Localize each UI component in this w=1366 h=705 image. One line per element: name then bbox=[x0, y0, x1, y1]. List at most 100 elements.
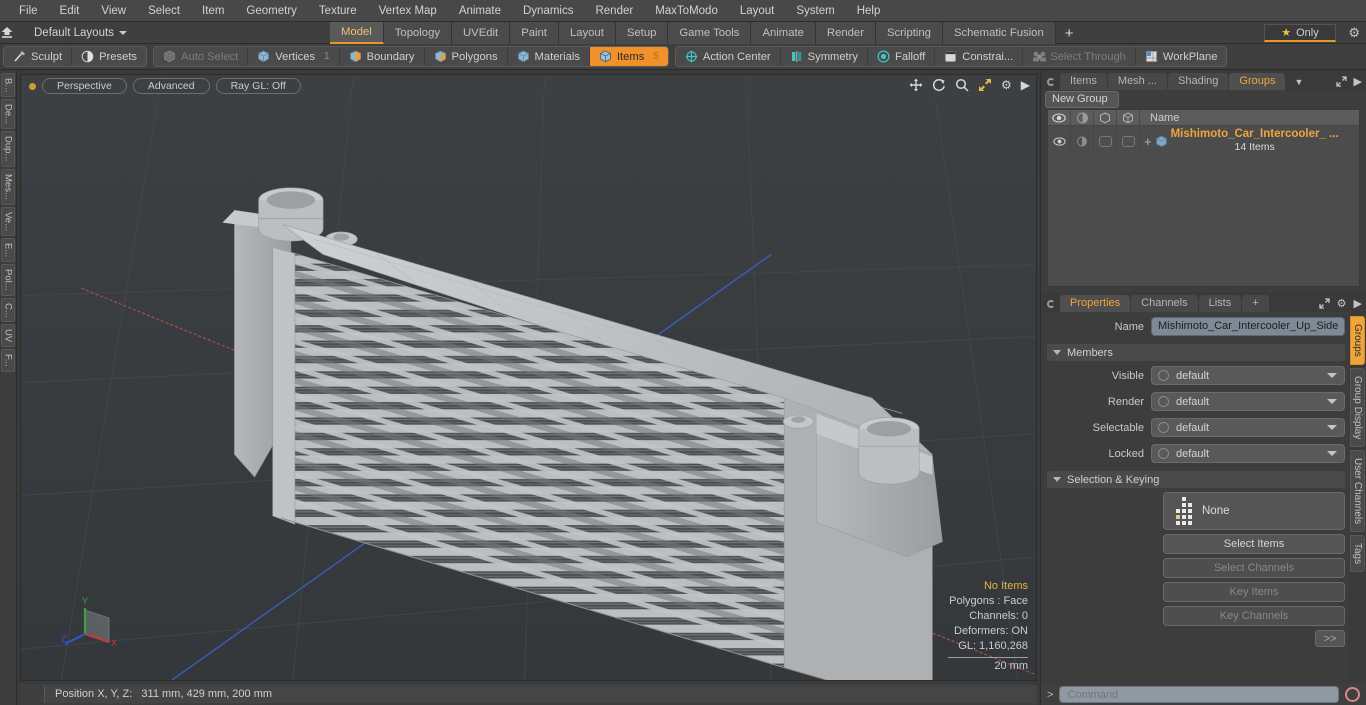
menu-item-texture[interactable]: Texture bbox=[308, 0, 368, 22]
layout-tab-setup[interactable]: Setup bbox=[615, 22, 669, 44]
toolbar-button-presets[interactable]: Presets bbox=[72, 47, 146, 66]
layout-tab-paint[interactable]: Paint bbox=[510, 22, 559, 44]
side-tab-tags[interactable]: Tags bbox=[1350, 535, 1365, 573]
toolbar-button-vertices[interactable]: Vertices 1 bbox=[248, 47, 340, 66]
menu-item-edit[interactable]: Edit bbox=[49, 0, 91, 22]
properties-tab-channels[interactable]: Channels bbox=[1131, 295, 1198, 312]
properties-tab-+[interactable]: + bbox=[1242, 295, 1269, 312]
chevron-down-icon[interactable]: ▼ bbox=[1294, 77, 1303, 87]
layout-tab-animate[interactable]: Animate bbox=[751, 22, 816, 44]
viewport-view-mode[interactable]: Perspective bbox=[42, 78, 127, 94]
home-up-icon[interactable] bbox=[0, 26, 26, 39]
panel-tab-shading[interactable]: Shading bbox=[1168, 73, 1229, 90]
toolbar-button-boundary[interactable]: Boundary bbox=[340, 47, 425, 66]
menu-item-file[interactable]: File bbox=[8, 0, 49, 22]
member-dropdown-selectable[interactable]: default bbox=[1151, 418, 1345, 437]
play-arrow-icon[interactable]: ▶ bbox=[1021, 79, 1030, 91]
viewport-shading-mode[interactable]: Advanced bbox=[132, 78, 210, 94]
panel-tab-mesh[interactable]: Mesh ... bbox=[1107, 73, 1168, 90]
toggle-circle-icon[interactable] bbox=[1158, 370, 1169, 381]
menu-item-help[interactable]: Help bbox=[846, 0, 892, 22]
properties-tab-lists[interactable]: Lists bbox=[1198, 295, 1242, 312]
left-tool-tab-0[interactable]: B... bbox=[1, 73, 15, 98]
toolbar-button-auto-select[interactable]: Auto Select bbox=[154, 47, 249, 66]
gear-icon[interactable]: ⚙ bbox=[1001, 79, 1012, 91]
left-tool-tab-8[interactable]: UV bbox=[1, 324, 15, 348]
toolbar-button-select-through[interactable]: Select Through bbox=[1023, 47, 1136, 66]
menu-item-dynamics[interactable]: Dynamics bbox=[512, 0, 584, 22]
expander-icon[interactable]: + bbox=[1144, 134, 1152, 149]
layout-tab-model[interactable]: Model bbox=[330, 22, 384, 44]
selection-keying-section-header[interactable]: Selection & Keying bbox=[1047, 471, 1345, 488]
expand-icon[interactable] bbox=[1335, 76, 1347, 87]
properties-tab-properties[interactable]: Properties bbox=[1060, 295, 1131, 312]
members-section-header[interactable]: Members bbox=[1047, 344, 1345, 361]
layout-tab-scripting[interactable]: Scripting bbox=[875, 22, 943, 44]
layout-tab-layout[interactable]: Layout bbox=[558, 22, 616, 44]
menu-item-geometry[interactable]: Geometry bbox=[235, 0, 308, 22]
zoom-icon[interactable] bbox=[955, 78, 969, 92]
menu-item-maxtomodo[interactable]: MaxToModo bbox=[644, 0, 729, 22]
viewport-raygl-toggle[interactable]: Ray GL: Off bbox=[215, 78, 301, 94]
panel-menu-icon[interactable] bbox=[1047, 78, 1055, 86]
command-input[interactable] bbox=[1059, 686, 1339, 703]
left-tool-tab-4[interactable]: Ve... bbox=[1, 206, 15, 236]
menu-item-system[interactable]: System bbox=[785, 0, 845, 22]
left-tool-tab-5[interactable]: E... bbox=[1, 237, 15, 262]
layout-tab-schematic-fusion[interactable]: Schematic Fusion bbox=[942, 22, 1056, 44]
menu-item-render[interactable]: Render bbox=[584, 0, 644, 22]
toggle-circle-icon[interactable] bbox=[1158, 396, 1169, 407]
new-group-button[interactable]: New Group bbox=[1045, 91, 1119, 108]
table-row[interactable]: + Mishimoto_Car_Intercooler_ ... 14 Item… bbox=[1048, 126, 1359, 156]
rotate-icon[interactable] bbox=[932, 78, 946, 92]
menu-item-animate[interactable]: Animate bbox=[448, 0, 512, 22]
panel-tab-groups[interactable]: Groups bbox=[1229, 73, 1286, 90]
layout-tab-topology[interactable]: Topology bbox=[383, 22, 453, 44]
toolbar-button-symmetry[interactable]: Symmetry bbox=[781, 47, 868, 66]
toolbar-button-polygons[interactable]: Polygons bbox=[425, 47, 508, 66]
menu-item-view[interactable]: View bbox=[90, 0, 137, 22]
row-eye-icon[interactable] bbox=[1048, 126, 1071, 156]
right-arrow-icon[interactable]: ▶ bbox=[1354, 75, 1362, 88]
viewport-3d[interactable]: Y X Z Perspective Advanced Ray GL: Off ⚙… bbox=[20, 74, 1037, 681]
toolbar-button-items[interactable]: Items 5 bbox=[589, 47, 668, 66]
left-tool-tab-9[interactable]: F... bbox=[1, 349, 15, 373]
toolbar-button-constrai[interactable]: Constrai... bbox=[935, 47, 1024, 66]
toolbar-button-workplane[interactable]: WorkPlane bbox=[1136, 47, 1227, 66]
default-layouts-dropdown[interactable]: Default Layouts bbox=[26, 27, 135, 39]
menu-item-layout[interactable]: Layout bbox=[729, 0, 786, 22]
side-tab-groups[interactable]: Groups bbox=[1350, 316, 1365, 365]
menu-item-vertex-map[interactable]: Vertex Map bbox=[368, 0, 448, 22]
right-arrow-icon[interactable]: ▶ bbox=[1354, 297, 1362, 310]
toolbar-button-falloff[interactable]: Falloff bbox=[868, 47, 936, 66]
left-tool-tab-1[interactable]: De... bbox=[1, 99, 15, 130]
side-tab-user-channels[interactable]: User Channels bbox=[1350, 450, 1365, 533]
layout-tab-game-tools[interactable]: Game Tools bbox=[668, 22, 752, 44]
layout-tab-render[interactable]: Render bbox=[815, 22, 876, 44]
toolbar-button-sculpt[interactable]: Sculpt bbox=[4, 47, 73, 66]
row-render-icon[interactable] bbox=[1071, 126, 1094, 156]
menu-item-item[interactable]: Item bbox=[191, 0, 235, 22]
toggle-circle-icon[interactable] bbox=[1158, 448, 1169, 459]
fit-icon[interactable] bbox=[978, 78, 992, 92]
expand-icon[interactable] bbox=[1319, 298, 1330, 309]
layout-tab-uvedit[interactable]: UVEdit bbox=[452, 22, 511, 44]
member-dropdown-visible[interactable]: default bbox=[1151, 366, 1345, 385]
row-checkbox-1[interactable] bbox=[1094, 126, 1117, 156]
panel-tab-items[interactable]: Items bbox=[1060, 73, 1107, 90]
member-dropdown-render[interactable]: default bbox=[1151, 392, 1345, 411]
more-button[interactable]: >> bbox=[1315, 630, 1345, 647]
toolbar-button-materials[interactable]: Materials bbox=[508, 47, 590, 66]
left-tool-tab-3[interactable]: Mes... bbox=[1, 168, 15, 205]
gear-icon[interactable]: ⚙ bbox=[1348, 25, 1360, 41]
row-checkbox-2[interactable] bbox=[1117, 126, 1140, 156]
member-dropdown-locked[interactable]: default bbox=[1151, 444, 1345, 463]
panel-menu-icon[interactable] bbox=[1047, 300, 1055, 308]
left-tool-tab-2[interactable]: Dup... bbox=[1, 131, 15, 167]
menu-item-select[interactable]: Select bbox=[137, 0, 191, 22]
left-tool-tab-7[interactable]: C... bbox=[1, 297, 15, 323]
left-tool-tab-6[interactable]: Pol... bbox=[1, 263, 15, 296]
move-icon[interactable] bbox=[909, 78, 923, 92]
toolbar-button-action-center[interactable]: Action Center bbox=[676, 47, 781, 66]
gear-icon[interactable]: ⚙ bbox=[1337, 297, 1347, 310]
